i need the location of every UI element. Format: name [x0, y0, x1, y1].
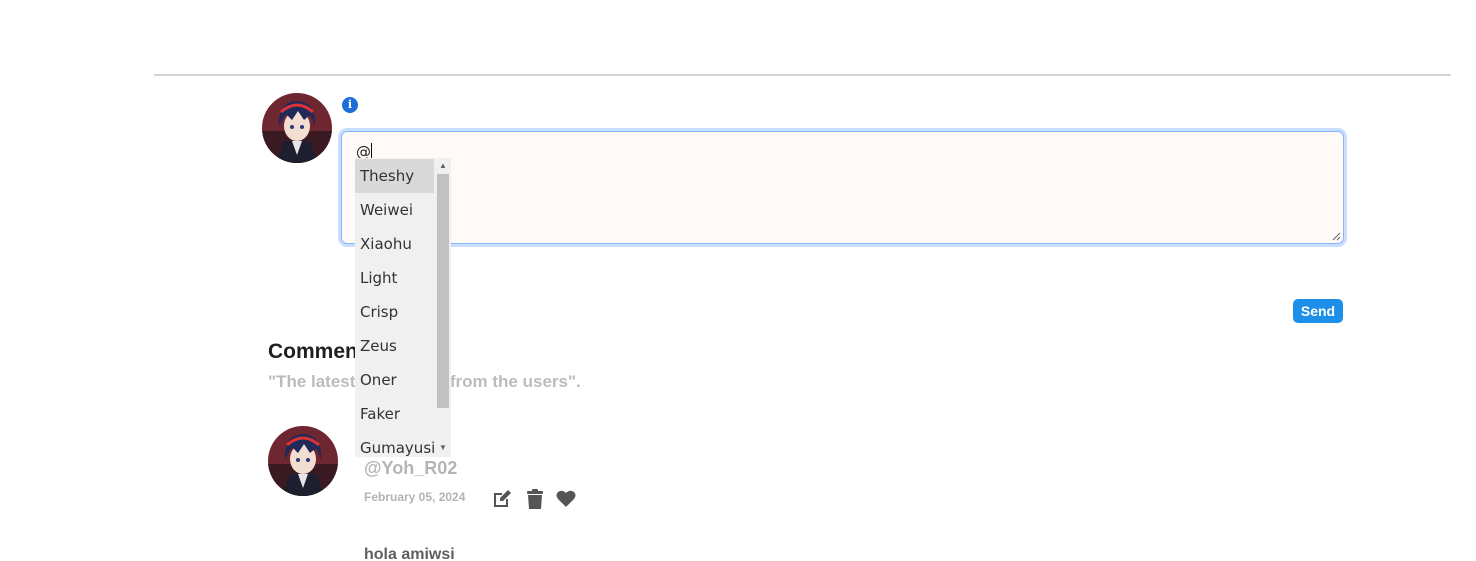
comment-username[interactable]: @Yoh_R02 — [364, 458, 457, 479]
mention-option[interactable]: Light — [355, 261, 434, 295]
mention-option[interactable]: Theshy — [355, 159, 434, 193]
scroll-down-icon[interactable]: ▼ — [437, 442, 449, 454]
mention-option[interactable]: Oner — [355, 363, 434, 397]
divider — [154, 74, 1451, 76]
scrollbar-thumb[interactable] — [437, 174, 449, 408]
heart-icon[interactable] — [555, 488, 577, 510]
comment-avatar — [268, 426, 338, 496]
comment-body: hola amiwsi — [364, 546, 455, 561]
scroll-up-icon[interactable]: ▲ — [437, 160, 449, 172]
send-button[interactable]: Send — [1293, 299, 1343, 323]
mention-option[interactable]: Weiwei — [355, 193, 434, 227]
comment-textarea[interactable] — [341, 131, 1344, 244]
edit-icon[interactable] — [491, 488, 513, 510]
avatar — [262, 93, 332, 163]
mention-option[interactable]: Xiaohu — [355, 227, 434, 261]
mention-option[interactable]: Faker — [355, 397, 434, 431]
resize-grip-icon[interactable] — [1331, 231, 1341, 241]
comment-date: February 05, 2024 — [364, 490, 466, 504]
trash-icon[interactable] — [524, 488, 546, 510]
mention-option[interactable]: Zeus — [355, 329, 434, 363]
mention-option[interactable]: Crisp — [355, 295, 434, 329]
info-icon[interactable]: i — [342, 97, 358, 113]
mention-option[interactable]: Gumayusi — [355, 431, 435, 457]
